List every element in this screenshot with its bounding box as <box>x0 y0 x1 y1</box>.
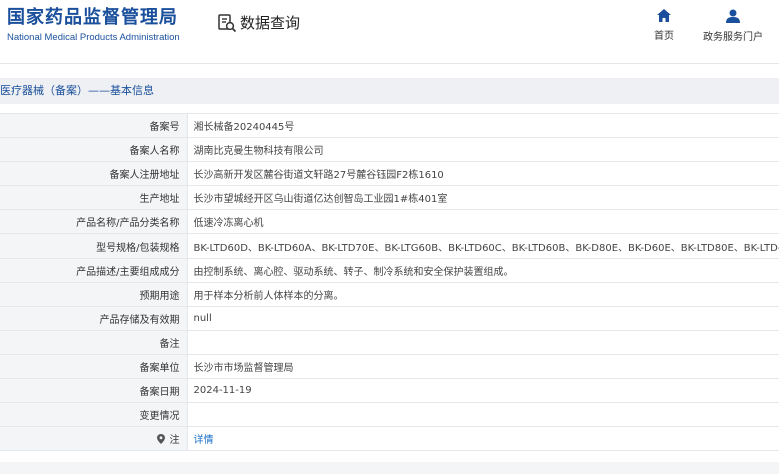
header-divider <box>0 63 779 64</box>
breadcrumb: 医疗器械（备案）——基本信息 <box>0 78 779 104</box>
field-label: 备案人名称 <box>0 137 188 163</box>
field-label: 产品存储及有效期 <box>0 305 188 331</box>
table-row: 产品描述/主要组成成分 由控制系统、离心腔、驱动系统、转子、制冷系统和安全保护装… <box>0 257 779 283</box>
nav-home[interactable]: 首页 <box>651 9 677 42</box>
logo-chinese-name: 国家药品监督管理局 <box>7 7 178 28</box>
field-value: 低速冷冻离心机 <box>187 209 779 235</box>
table-row: 备案单位 长沙市市场监督管理局 <box>0 353 779 380</box>
table-row: 备案人名称 湖南比克曼生物科技有限公司 <box>0 137 779 163</box>
field-label: 变更情况 <box>0 402 188 428</box>
field-label: 备案日期 <box>0 378 188 404</box>
nav-portal-label: 政务服务门户 <box>703 32 763 43</box>
field-label: 预期用途 <box>0 281 188 307</box>
field-label: 产品名称/产品分类名称 <box>0 209 188 235</box>
record-detail-table: 备案号 湘长械备20240445号 备案人名称 湖南比克曼生物科技有限公司 备案… <box>0 112 779 452</box>
table-row: 注 详情 <box>0 426 779 452</box>
page-footer-band <box>0 462 779 474</box>
field-value: 长沙高新开发区麓谷街道文轩路27号麓谷钰园F2栋1610 <box>187 161 779 187</box>
table-row: 型号规格/包装规格 BK-LTD60D、BK-LTD60A、BK-LTD70E、… <box>0 233 779 259</box>
field-value: BK-LTD60D、BK-LTD60A、BK-LTD70E、BK-LTG60B、… <box>187 233 779 259</box>
field-label: 备注 <box>0 329 188 355</box>
field-value: 长沙市望城经开区乌山街道亿达创智岛工业园1#栋401室 <box>187 185 779 211</box>
note-label: 注 <box>169 435 180 447</box>
table-row: 产品名称/产品分类名称 低速冷冻离心机 <box>0 209 779 235</box>
field-value: 详情 <box>187 426 779 452</box>
field-value: 长沙市市场监督管理局 <box>187 353 779 380</box>
nav-home-label: 首页 <box>654 31 674 42</box>
table-row: 备案号 湘长械备20240445号 <box>0 112 779 139</box>
data-query-title: 数据查询 <box>217 12 300 33</box>
table-row: 变更情况 <box>0 402 779 428</box>
logo-english-name: National Medical Products Administration <box>7 32 180 43</box>
document-search-icon <box>217 13 237 33</box>
field-value: 用于样本分析前人体样本的分离。 <box>187 281 779 307</box>
details-link[interactable]: 详情 <box>194 435 214 446</box>
nav-service-portal[interactable]: 政务服务门户 <box>701 9 765 43</box>
site-logo[interactable]: 国家药品监督管理局 National Medical Products Admi… <box>7 6 180 43</box>
field-label: 备案人注册地址 <box>0 161 188 187</box>
home-icon <box>651 9 677 22</box>
field-label: 备案号 <box>0 112 188 139</box>
field-value <box>187 329 779 355</box>
data-query-label: 数据查询 <box>240 14 301 32</box>
table-row: 备注 <box>0 329 779 355</box>
field-label: 型号规格/包装规格 <box>0 233 188 259</box>
field-value: 由控制系统、离心腔、驱动系统、转子、制冷系统和安全保护装置组成。 <box>187 257 779 283</box>
field-value <box>187 402 779 428</box>
location-pin-icon <box>157 434 169 446</box>
field-label: 产品描述/主要组成成分 <box>0 257 188 283</box>
field-label: 备案单位 <box>0 353 188 380</box>
table-row: 生产地址 长沙市望城经开区乌山街道亿达创智岛工业园1#栋401室 <box>0 185 779 211</box>
table-row: 备案人注册地址 长沙高新开发区麓谷街道文轩路27号麓谷钰园F2栋1610 <box>0 161 779 187</box>
field-label: 生产地址 <box>0 185 188 211</box>
field-value: 2024-11-19 <box>187 378 779 404</box>
field-label-note: 注 <box>0 426 188 452</box>
site-header: 国家药品监督管理局 National Medical Products Admi… <box>0 0 779 64</box>
field-value: null <box>187 305 779 331</box>
field-value: 湖南比克曼生物科技有限公司 <box>187 137 779 163</box>
table-row: 备案日期 2024-11-19 <box>0 378 779 404</box>
field-value: 湘长械备20240445号 <box>187 112 779 139</box>
table-row: 产品存储及有效期 null <box>0 305 779 331</box>
table-row: 预期用途 用于样本分析前人体样本的分离。 <box>0 281 779 307</box>
user-icon <box>701 9 765 23</box>
